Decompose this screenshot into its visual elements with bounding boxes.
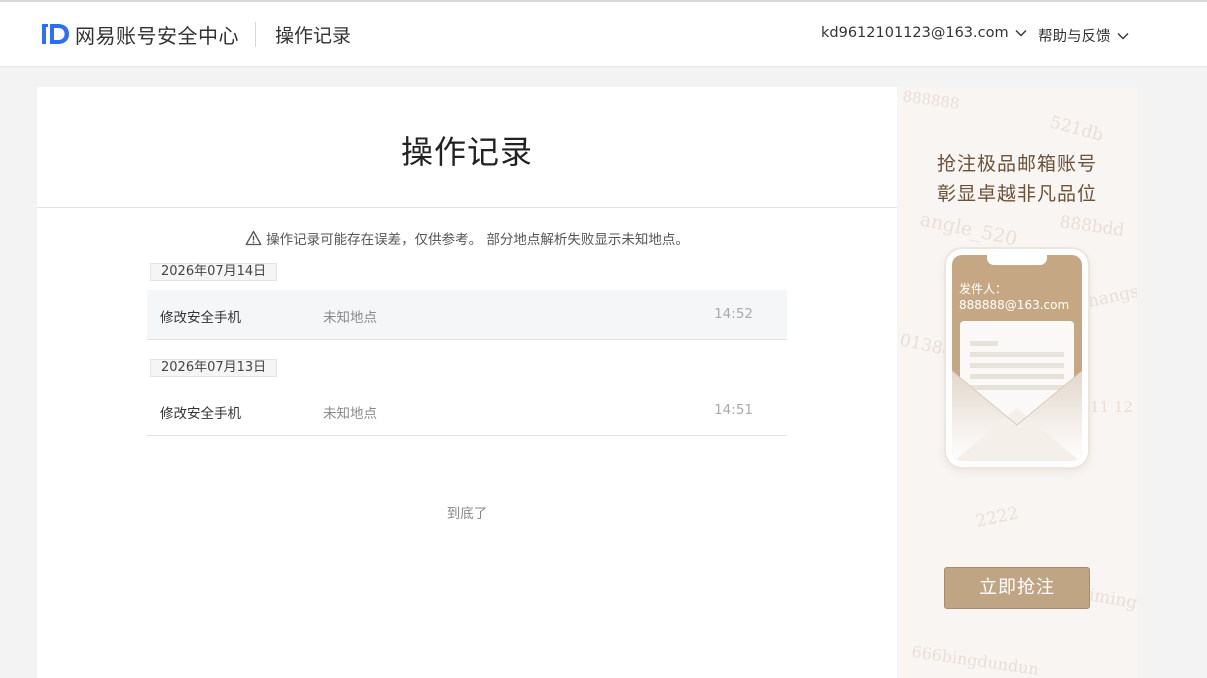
log-time: 14:51	[714, 402, 753, 418]
date-tag: 2026年07月14日	[150, 263, 278, 281]
sender-email: 888888@163.com	[959, 298, 1070, 312]
phone-notch	[987, 255, 1047, 265]
phone-illustration: 发件人： 888888@163.com	[946, 249, 1088, 467]
log-row[interactable]: 修改安全手机 未知地点 14:51	[147, 386, 787, 436]
header-divider	[255, 22, 256, 47]
sender-label: 发件人：	[959, 282, 1008, 296]
watermark-text: 888888	[901, 87, 960, 113]
accuracy-notice: 操作记录可能存在误差，仅供参考。 部分地点解析失败显示未知地点。	[37, 228, 897, 248]
end-of-list-text: 到底了	[446, 506, 488, 522]
help-feedback-menu[interactable]: 帮助与反馈	[1038, 25, 1130, 46]
help-feedback-label: 帮助与反馈	[1038, 29, 1111, 45]
phone-screen: 发件人： 888888@163.com	[952, 255, 1082, 461]
page-title: 操作记录	[400, 133, 533, 171]
account-menu[interactable]: kd9612101123@163.com	[821, 25, 1028, 41]
log-action: 修改安全手机	[160, 310, 241, 326]
envelope-icon	[952, 370, 1082, 461]
chevron-down-icon	[1015, 30, 1027, 37]
top-header: 网易账号安全中心 操作记录 kd9612101123@163.com 帮助与反馈	[0, 2, 1207, 67]
watermark-text: hangs	[1086, 282, 1137, 312]
watermark-text: 666bingdundun	[910, 642, 1040, 678]
account-email: kd9612101123@163.com	[821, 25, 1009, 41]
letter-line	[970, 352, 1064, 357]
watermark-text: angle_520	[918, 208, 1019, 250]
log-location: 未知地点	[323, 406, 377, 422]
logo-text: 网易账号安全中心	[75, 23, 239, 48]
site-logo[interactable]: 网易账号安全中心	[41, 20, 239, 48]
letter-line	[970, 341, 998, 346]
watermark-text: 888bdd	[1058, 212, 1125, 241]
warning-triangle-icon	[245, 230, 262, 246]
watermark-text: 521db	[1048, 113, 1106, 146]
log-action: 修改安全手机	[160, 406, 241, 422]
title-divider	[37, 207, 897, 208]
premium-mailbox-ad[interactable]: 888888 521db angle_520 888bdd 01388 hang…	[897, 87, 1137, 678]
log-row[interactable]: 修改安全手机 未知地点 14:52	[147, 290, 787, 340]
netease-id-logo-icon	[42, 24, 69, 44]
watermark-text: 11 12	[1090, 398, 1133, 416]
date-tag: 2026年07月13日	[150, 359, 278, 377]
log-location: 未知地点	[323, 310, 377, 326]
notice-text: 操作记录可能存在误差，仅供参考。 部分地点解析失败显示未知地点。	[266, 232, 689, 248]
log-time: 14:52	[714, 306, 753, 322]
ad-headline-1: 抢注极品邮箱账号	[936, 153, 1097, 175]
watermark-text: 2222	[974, 503, 1020, 532]
ad-headline-2: 彰显卓越非凡品位	[936, 183, 1097, 205]
header-page-title: 操作记录	[275, 25, 352, 47]
claim-now-button[interactable]: 立即抢注	[944, 567, 1090, 609]
operation-log-card: 操作记录 操作记录可能存在误差，仅供参考。 部分地点解析失败显示未知地点。 20…	[37, 87, 897, 678]
chevron-down-icon	[1117, 32, 1128, 39]
